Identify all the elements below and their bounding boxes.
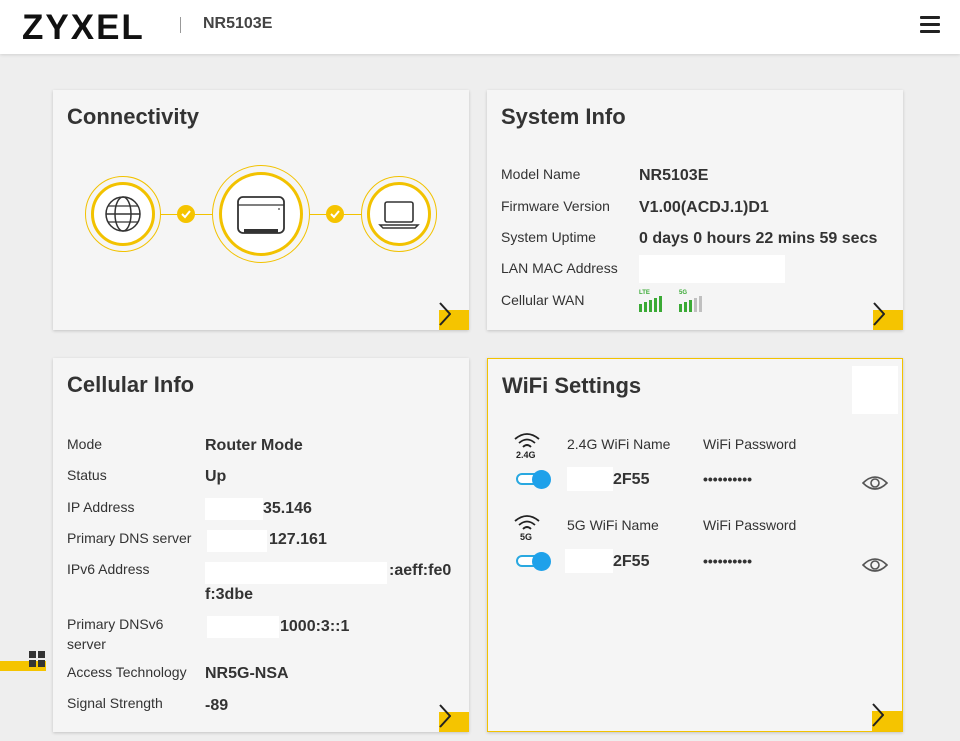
band-badge: 2.4G: [516, 450, 536, 460]
grid-icon: [29, 651, 47, 669]
zyxel-logo[interactable]: ZYXEL: [22, 9, 162, 45]
header-separator: [180, 17, 181, 33]
wifi-2g-ssid: 2F55: [613, 471, 650, 488]
wifi-password-label: WiFi Password: [703, 436, 797, 452]
wifi-2g-password: ••••••••••: [703, 471, 753, 487]
ip-address-label: IP Address: [67, 499, 135, 515]
router-icon: [219, 172, 303, 256]
check-icon: [326, 205, 344, 223]
laptop-icon: [367, 182, 431, 246]
ipv6-value: :aeff:fe0: [389, 562, 452, 579]
lan-mac-value: [639, 255, 785, 283]
mode-value: Router Mode: [205, 437, 303, 454]
primary-dns-label: Primary DNS server: [67, 530, 192, 546]
redacted-block: [207, 530, 267, 552]
connectivity-card: Connectivity: [53, 90, 469, 330]
chevron-right-icon[interactable]: [873, 302, 885, 326]
cellular-info-card: Cellular Info Mode Router Mode Status Up…: [53, 358, 469, 732]
mode-label: Mode: [67, 436, 103, 452]
ipv6-label: IPv6 Address: [67, 561, 150, 577]
primary-dnsv6-label: Primary DNSv6: [67, 616, 164, 632]
check-icon: [177, 205, 195, 223]
access-tech-value: NR5G-NSA: [205, 665, 289, 682]
eye-icon[interactable]: [862, 474, 888, 492]
lte-tag: LTE: [639, 290, 650, 296]
wifi-2g-toggle[interactable]: [516, 470, 552, 489]
wifi-icon: 5G: [512, 513, 542, 543]
5g-signal-icon: 5G: [679, 290, 709, 314]
system-info-card: System Info Model Name NR5103E Firmware …: [487, 90, 903, 330]
signal-strength-value: -89: [205, 697, 229, 714]
wifi-name-label: 5G WiFi Name: [567, 517, 659, 533]
redacted-block: [565, 549, 613, 573]
wifi-password-label: WiFi Password: [703, 517, 797, 533]
redacted-block: [567, 467, 613, 491]
cellular-wan-label: Cellular WAN: [501, 292, 585, 308]
side-widget-tab[interactable]: [0, 648, 46, 672]
model-name-value: NR5103E: [639, 167, 709, 184]
chevron-right-icon[interactable]: [872, 703, 884, 727]
wifi-icon: 2.4G: [512, 431, 542, 461]
wifi-name-label: 2.4G WiFi Name: [567, 436, 671, 452]
ipv6-value-cont: f:3dbe: [205, 586, 253, 603]
access-tech-label: Access Technology: [67, 664, 187, 680]
firmware-value: V1.00(ACDJ.1)D1: [639, 199, 769, 216]
globe-icon: [91, 182, 155, 246]
model-name-label: Model Name: [501, 166, 581, 182]
status-label: Status: [67, 467, 107, 483]
ip-address-value: 35.146: [263, 500, 312, 517]
wifi-5g-toggle[interactable]: [516, 552, 552, 571]
primary-dnsv6-label-cont: server: [67, 636, 106, 652]
redacted-block: [852, 366, 898, 414]
signal-strength-label: Signal Strength: [67, 695, 163, 711]
eye-icon[interactable]: [862, 556, 888, 574]
card-title: Connectivity: [67, 104, 200, 129]
lan-mac-label: LAN MAC Address: [501, 260, 618, 276]
hamburger-menu-icon[interactable]: [920, 16, 940, 34]
chevron-right-icon[interactable]: [439, 704, 451, 728]
wifi-5g-ssid: 2F55: [613, 553, 650, 570]
card-title: System Info: [501, 104, 626, 129]
wifi-5g-password: ••••••••••: [703, 553, 753, 569]
chevron-right-icon[interactable]: [439, 302, 451, 326]
band-badge: 5G: [520, 532, 533, 542]
uptime-value: 0 days 0 hours 22 mins 59 secs: [639, 230, 878, 247]
redacted-block: [207, 616, 279, 638]
lte-signal-icon: LTE: [639, 290, 669, 314]
uptime-label: System Uptime: [501, 229, 596, 245]
redacted-block: [205, 498, 263, 520]
top-bar: ZYXEL NR5103E: [0, 0, 960, 54]
wifi-settings-card: WiFi Settings 2.4G 2.4G WiFi Name WiFi P…: [487, 358, 903, 732]
redacted-block: [940, 20, 957, 36]
card-title: Cellular Info: [67, 372, 195, 397]
card-title: WiFi Settings: [502, 373, 642, 398]
5g-tag: 5G: [679, 290, 688, 296]
device-model: NR5103E: [203, 15, 273, 32]
svg-text:ZYXEL: ZYXEL: [22, 9, 145, 45]
primary-dnsv6-value: 1000:3::1: [280, 618, 350, 635]
firmware-label: Firmware Version: [501, 198, 610, 214]
redacted-block: [205, 562, 387, 584]
primary-dns-value: 127.161: [269, 531, 327, 548]
status-value: Up: [205, 468, 227, 485]
